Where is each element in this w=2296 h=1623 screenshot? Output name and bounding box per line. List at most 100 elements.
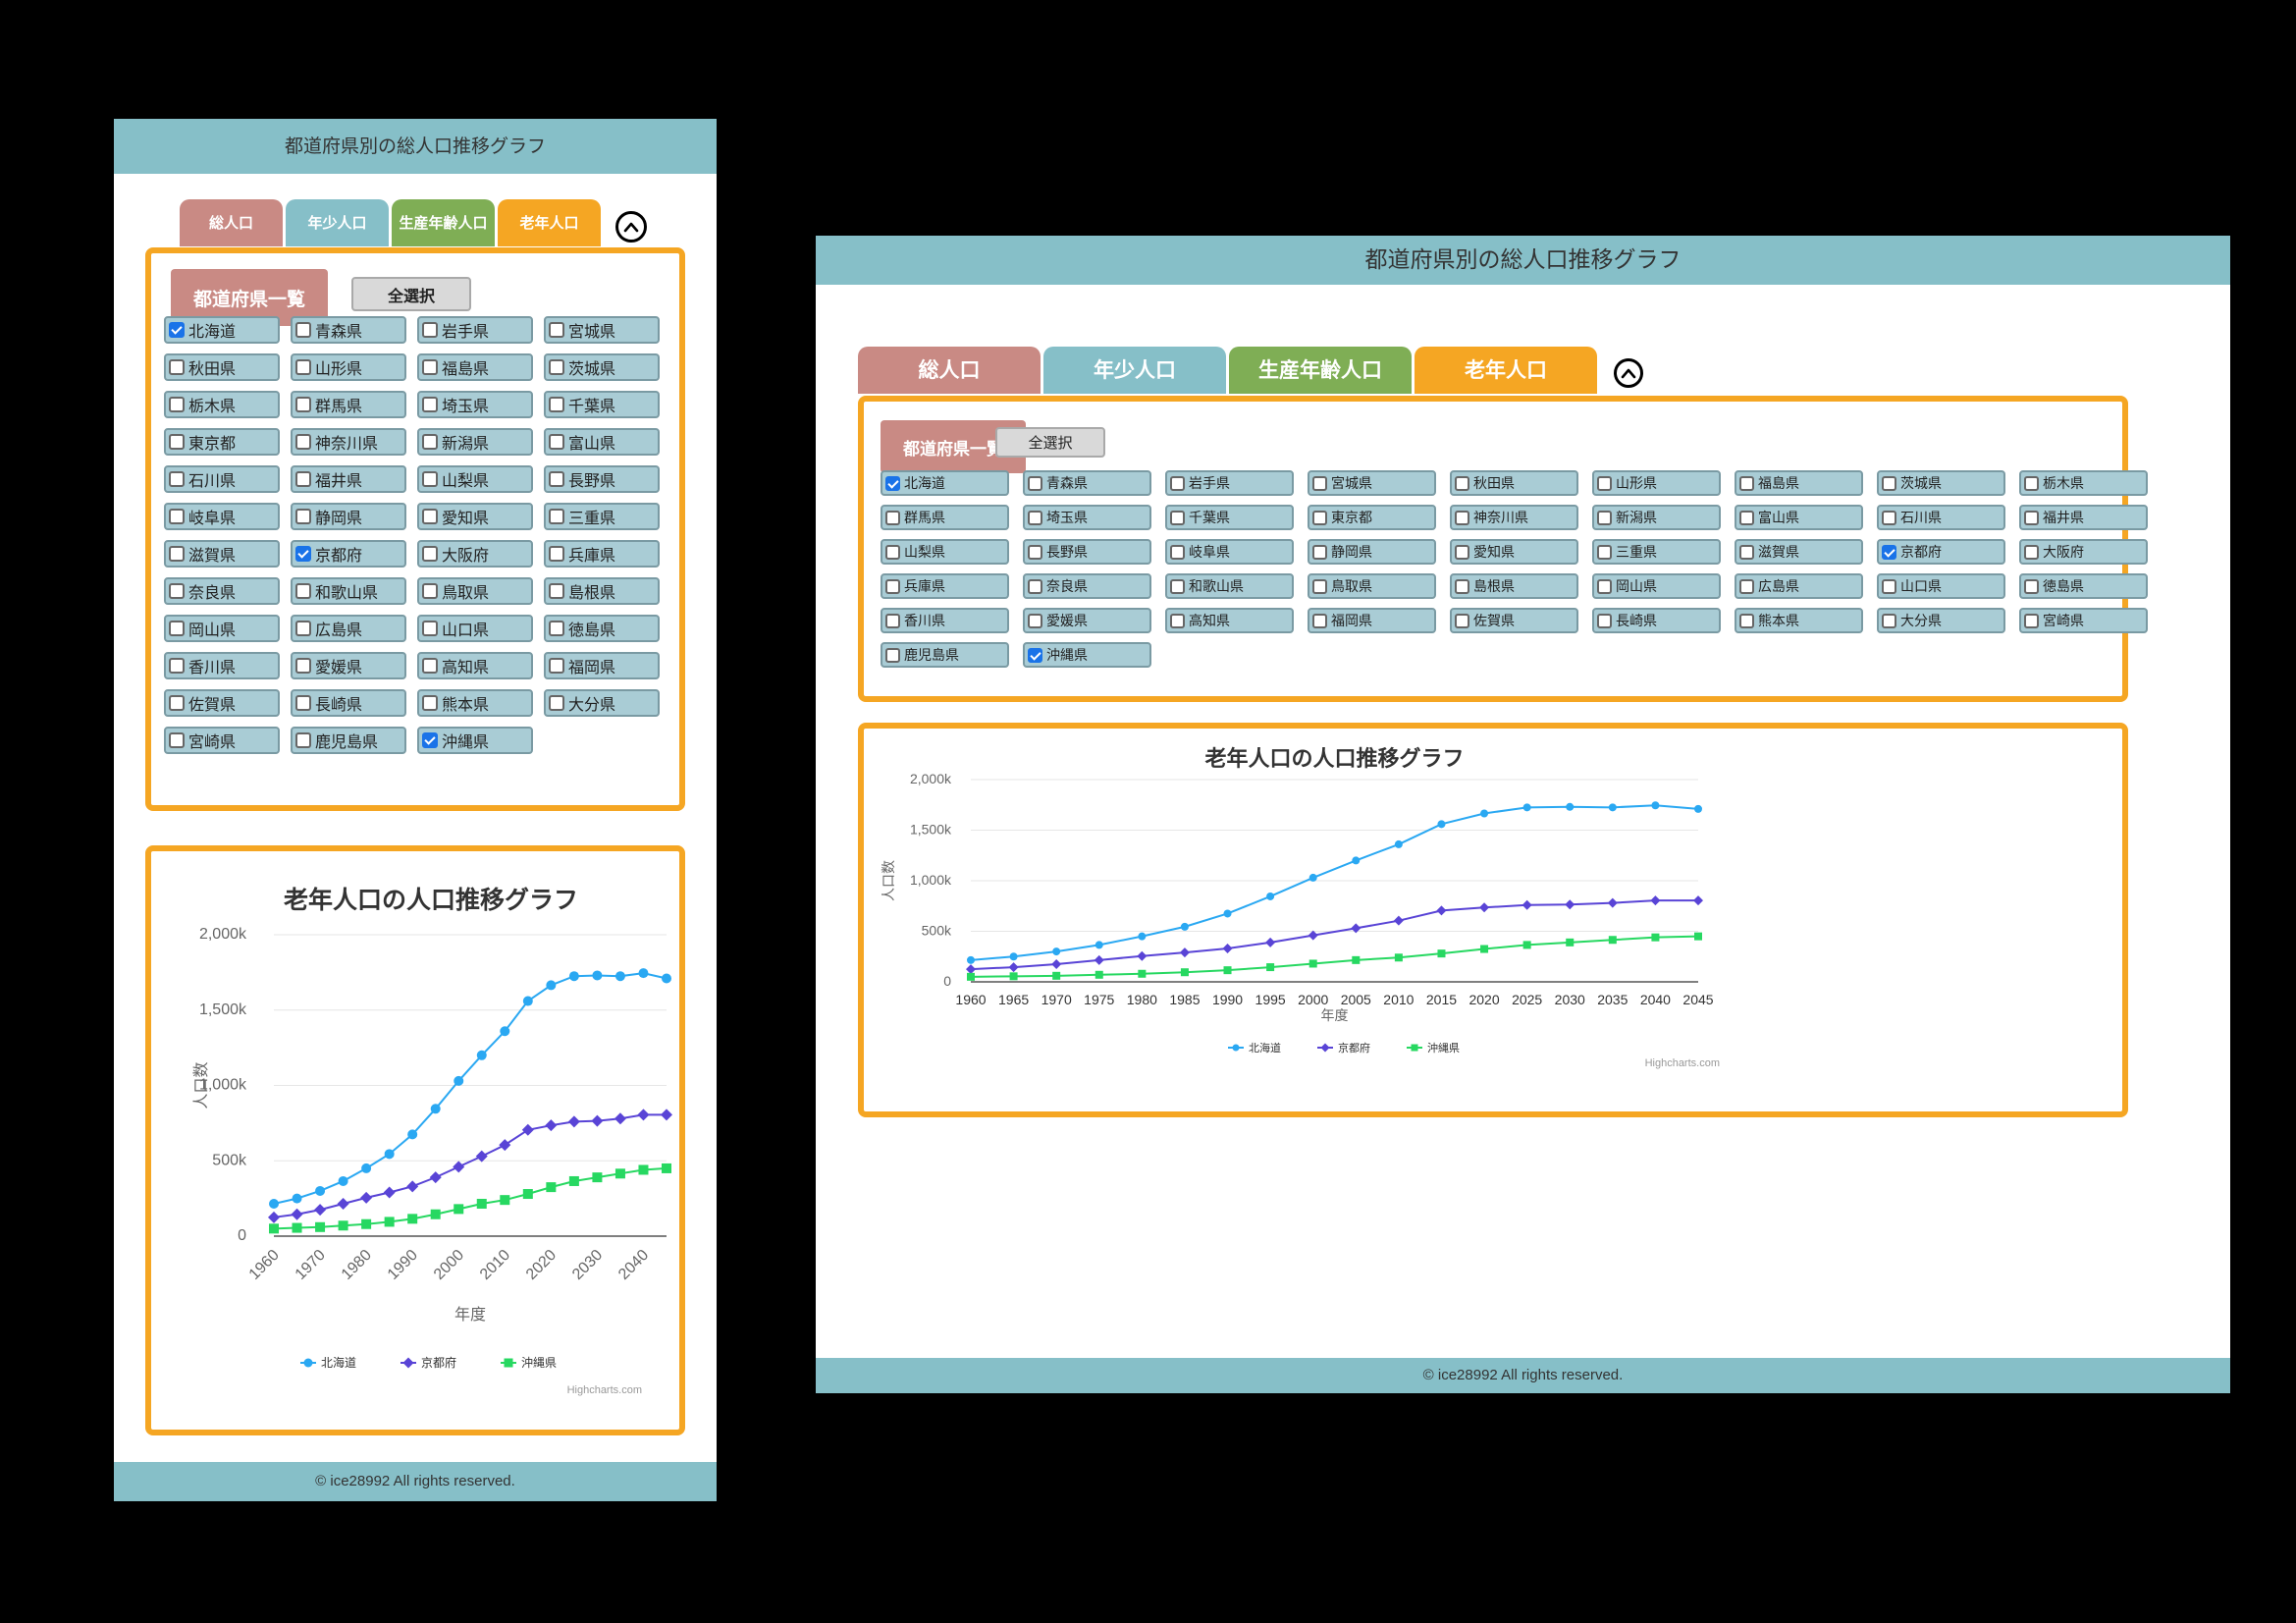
prefecture-checkbox-item[interactable]: 愛知県: [1450, 539, 1578, 565]
checkbox[interactable]: [1028, 475, 1042, 491]
checkbox[interactable]: [2024, 475, 2039, 491]
prefecture-checkbox-item[interactable]: 愛知県: [417, 503, 533, 530]
prefecture-checkbox-item[interactable]: 佐賀県: [164, 689, 280, 717]
prefecture-checkbox-item[interactable]: 大分県: [544, 689, 660, 717]
prefecture-checkbox-item[interactable]: 宮崎県: [2019, 608, 2148, 633]
checkbox[interactable]: [1739, 613, 1754, 628]
prefecture-checkbox-item[interactable]: 岩手県: [1165, 470, 1294, 496]
prefecture-checkbox-item[interactable]: 新潟県: [1592, 505, 1721, 530]
prefecture-checkbox-item[interactable]: 大分県: [1877, 608, 2005, 633]
prefecture-checkbox-item[interactable]: 滋賀県: [1735, 539, 1863, 565]
prefecture-checkbox-item[interactable]: 兵庫県: [881, 573, 1009, 599]
checkbox[interactable]: [169, 583, 185, 599]
prefecture-checkbox-item[interactable]: 熊本県: [1735, 608, 1863, 633]
prefecture-checkbox-item[interactable]: 長野県: [1023, 539, 1151, 565]
checkbox[interactable]: [885, 578, 900, 594]
checkbox[interactable]: [1312, 510, 1327, 525]
checkbox[interactable]: [1739, 544, 1754, 560]
collapse-button[interactable]: [615, 211, 647, 243]
checkbox[interactable]: [295, 397, 311, 412]
checkbox[interactable]: [422, 546, 438, 562]
checkbox[interactable]: [1882, 544, 1896, 560]
checkbox[interactable]: [549, 471, 564, 487]
prefecture-checkbox-item[interactable]: 沖縄県: [1023, 642, 1151, 668]
checkbox[interactable]: [169, 397, 185, 412]
checkbox[interactable]: [1597, 544, 1612, 560]
prefecture-checkbox-item[interactable]: 青森県: [291, 316, 406, 344]
prefecture-checkbox-item[interactable]: 鹿児島県: [881, 642, 1009, 668]
collapse-button[interactable]: [1614, 358, 1643, 388]
checkbox[interactable]: [1312, 613, 1327, 628]
prefecture-checkbox-item[interactable]: 広島県: [291, 615, 406, 642]
checkbox[interactable]: [1882, 475, 1896, 491]
prefecture-checkbox-item[interactable]: 山口県: [1877, 573, 2005, 599]
checkbox[interactable]: [422, 658, 438, 674]
prefecture-checkbox-item[interactable]: 茨城県: [544, 353, 660, 381]
prefecture-checkbox-item[interactable]: 埼玉県: [1023, 505, 1151, 530]
prefecture-checkbox-item[interactable]: 奈良県: [164, 577, 280, 605]
checkbox[interactable]: [549, 695, 564, 711]
prefecture-checkbox-item[interactable]: 群馬県: [881, 505, 1009, 530]
prefecture-checkbox-item[interactable]: 兵庫県: [544, 540, 660, 568]
checkbox[interactable]: [422, 695, 438, 711]
checkbox[interactable]: [422, 434, 438, 450]
checkbox[interactable]: [295, 621, 311, 636]
prefecture-checkbox-item[interactable]: 新潟県: [417, 428, 533, 456]
prefecture-checkbox-item[interactable]: 岡山県: [1592, 573, 1721, 599]
prefecture-checkbox-item[interactable]: 岡山県: [164, 615, 280, 642]
checkbox[interactable]: [2024, 510, 2039, 525]
prefecture-checkbox-item[interactable]: 岐阜県: [1165, 539, 1294, 565]
checkbox[interactable]: [1739, 578, 1754, 594]
prefecture-checkbox-item[interactable]: 秋田県: [164, 353, 280, 381]
prefecture-checkbox-item[interactable]: 東京都: [164, 428, 280, 456]
prefecture-checkbox-item[interactable]: 青森県: [1023, 470, 1151, 496]
checkbox[interactable]: [885, 510, 900, 525]
checkbox[interactable]: [549, 509, 564, 524]
checkbox[interactable]: [1597, 475, 1612, 491]
checkbox[interactable]: [1312, 544, 1327, 560]
prefecture-checkbox-item[interactable]: 沖縄県: [417, 727, 533, 754]
checkbox[interactable]: [169, 695, 185, 711]
checkbox[interactable]: [1312, 475, 1327, 491]
checkbox[interactable]: [885, 647, 900, 663]
checkbox[interactable]: [1170, 475, 1185, 491]
checkbox[interactable]: [1028, 510, 1042, 525]
checkbox[interactable]: [549, 434, 564, 450]
checkbox[interactable]: [1455, 475, 1469, 491]
checkbox[interactable]: [295, 434, 311, 450]
checkbox[interactable]: [422, 732, 438, 748]
prefecture-checkbox-item[interactable]: 山梨県: [881, 539, 1009, 565]
prefecture-checkbox-item[interactable]: 宮崎県: [164, 727, 280, 754]
prefecture-checkbox-item[interactable]: 京都府: [291, 540, 406, 568]
checkbox[interactable]: [1739, 510, 1754, 525]
checkbox[interactable]: [422, 322, 438, 338]
prefecture-checkbox-item[interactable]: 大阪府: [417, 540, 533, 568]
prefecture-checkbox-item[interactable]: 静岡県: [291, 503, 406, 530]
prefecture-checkbox-item[interactable]: 茨城県: [1877, 470, 2005, 496]
checkbox[interactable]: [169, 546, 185, 562]
checkbox[interactable]: [549, 359, 564, 375]
checkbox[interactable]: [295, 695, 311, 711]
tab-young-population[interactable]: 年少人口: [1043, 347, 1226, 394]
checkbox[interactable]: [169, 322, 185, 338]
prefecture-checkbox-item[interactable]: 愛媛県: [1023, 608, 1151, 633]
prefecture-checkbox-item[interactable]: 埼玉県: [417, 391, 533, 418]
prefecture-checkbox-item[interactable]: 福岡県: [544, 652, 660, 679]
checkbox[interactable]: [549, 546, 564, 562]
prefecture-checkbox-item[interactable]: 徳島県: [544, 615, 660, 642]
select-all-button[interactable]: 全選択: [351, 277, 471, 311]
tab-working-population[interactable]: 生産年齢人口: [392, 199, 495, 246]
checkbox[interactable]: [169, 359, 185, 375]
checkbox[interactable]: [295, 509, 311, 524]
checkbox[interactable]: [549, 621, 564, 636]
prefecture-checkbox-item[interactable]: 東京都: [1308, 505, 1436, 530]
checkbox[interactable]: [549, 397, 564, 412]
checkbox[interactable]: [169, 509, 185, 524]
prefecture-checkbox-item[interactable]: 京都府: [1877, 539, 2005, 565]
checkbox[interactable]: [1739, 475, 1754, 491]
checkbox[interactable]: [422, 397, 438, 412]
prefecture-checkbox-item[interactable]: 鹿児島県: [291, 727, 406, 754]
prefecture-checkbox-item[interactable]: 福井県: [2019, 505, 2148, 530]
checkbox[interactable]: [1170, 544, 1185, 560]
prefecture-checkbox-item[interactable]: 大阪府: [2019, 539, 2148, 565]
